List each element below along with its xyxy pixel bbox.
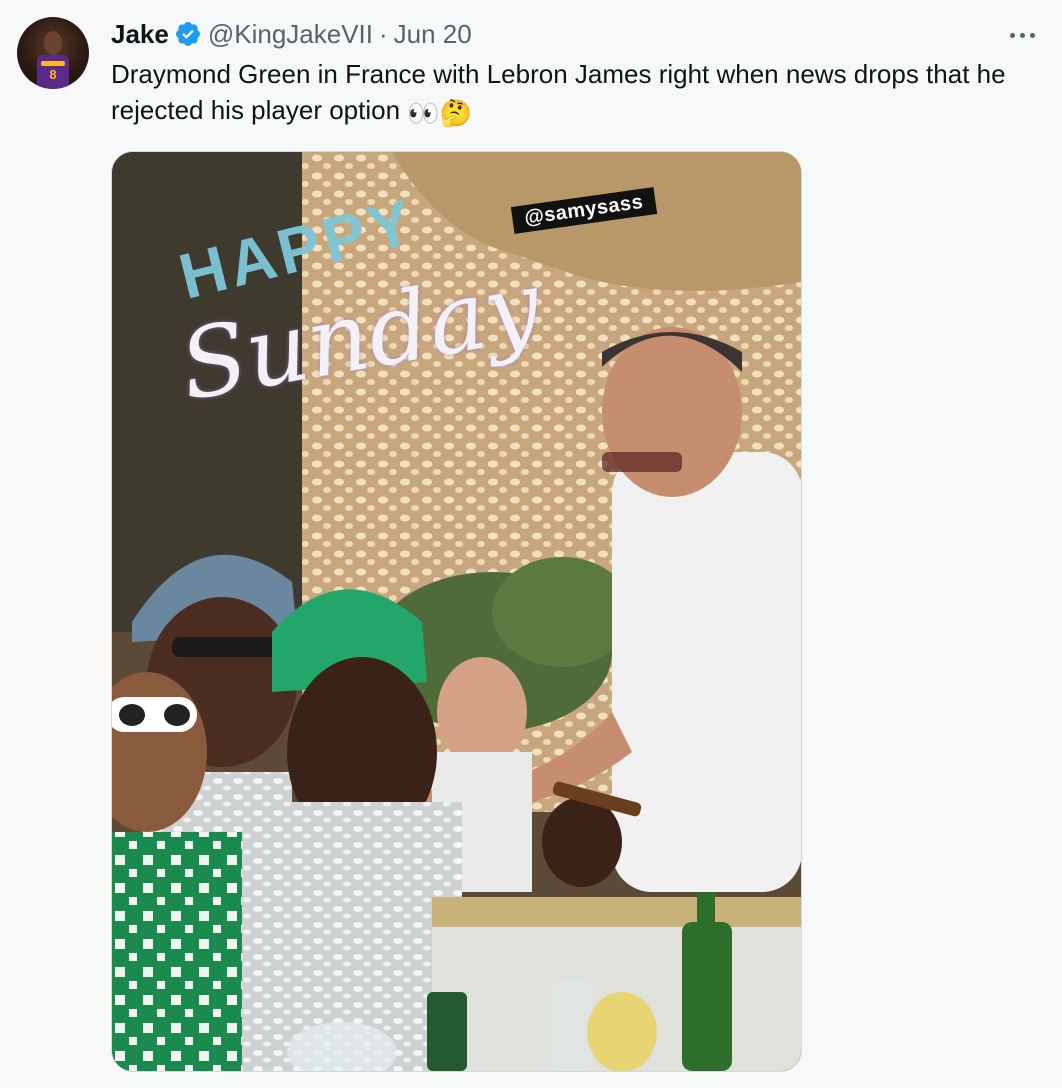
more-dot (1019, 32, 1025, 38)
separator-dot: · (378, 19, 388, 49)
tweet-photo[interactable]: @samysass HAPPY Sunday (111, 151, 802, 1072)
avatar-jersey-number: 8 (49, 67, 57, 82)
tweet-date[interactable]: Jun 20 (394, 18, 472, 50)
more-dot (1029, 32, 1035, 38)
avatar-jersey-stripe (41, 61, 65, 66)
avatar-head (44, 31, 62, 55)
eyes-emoji-icon: 👀 (407, 98, 440, 128)
verified-badge-icon[interactable] (174, 20, 202, 48)
more-dot (1009, 32, 1015, 38)
tweet-header: Jake @KingJakeVII · Jun 20 (111, 18, 472, 50)
display-name[interactable]: Jake (111, 18, 169, 50)
tweet-body: Draymond Green in France with Lebron Jam… (111, 59, 1013, 125)
thinking-face-emoji-icon: 🤔 (439, 98, 473, 128)
more-horizontal-icon[interactable] (1002, 20, 1042, 50)
avatar[interactable]: 8 (17, 17, 89, 89)
tweet-text: Draymond Green in France with Lebron Jam… (111, 56, 1041, 131)
user-handle[interactable]: @KingJakeVII (208, 18, 373, 50)
avatar-jersey: 8 (37, 55, 69, 89)
tweet-card[interactable]: 8 Jake @KingJakeVII · Jun 20 Draymond Gr… (0, 0, 1062, 1088)
